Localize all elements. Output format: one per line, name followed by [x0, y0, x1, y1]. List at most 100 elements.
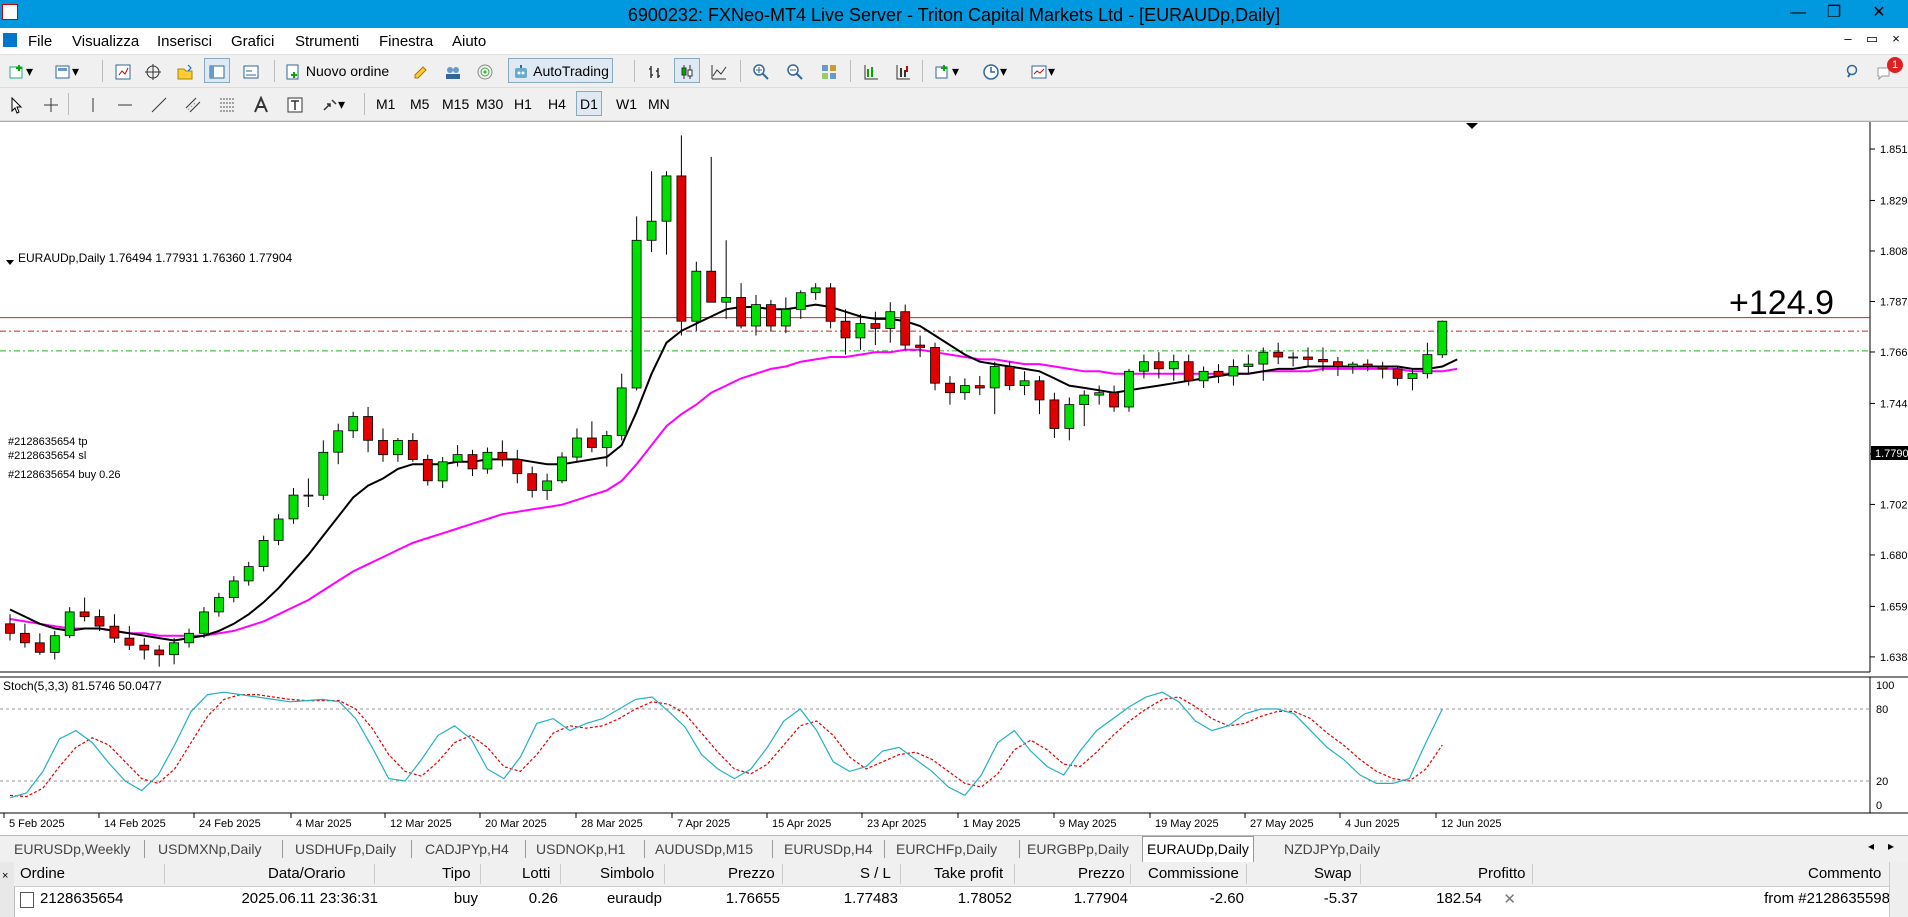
- chart-window[interactable]: EURAUDp,Daily 1.76494 1.77931 1.76360 1.…: [0, 121, 1908, 836]
- candlestick-button[interactable]: [674, 58, 700, 83]
- col-swap[interactable]: Swap: [1314, 865, 1352, 882]
- timeframe-m30[interactable]: M30: [472, 91, 507, 116]
- fibonacci-tool[interactable]: [214, 91, 240, 116]
- col-simbolo[interactable]: Simbolo: [600, 865, 654, 882]
- col-data-orario[interactable]: Data/Orario: [268, 865, 346, 882]
- zoom-out-button[interactable]: [782, 58, 808, 83]
- tab-eurgbpp-daily[interactable]: EURGBPp,Daily: [1023, 839, 1133, 860]
- tab-nzdjpyp-daily[interactable]: NZDJPYp,Daily: [1280, 839, 1384, 860]
- timeframe-mn[interactable]: MN: [644, 91, 674, 116]
- zoom-in-button[interactable]: [748, 58, 774, 83]
- trendline-tool[interactable]: [146, 91, 172, 116]
- col-take-profit[interactable]: Take profit: [934, 865, 1003, 882]
- tab-cadjpyp-h4[interactable]: CADJPYp,H4: [421, 839, 513, 860]
- new-order-button[interactable]: Nuovo ordine: [280, 58, 393, 83]
- menu-visualizza[interactable]: Visualizza: [72, 33, 139, 50]
- bar-chart-button[interactable]: [642, 58, 668, 83]
- terminal-side-handle[interactable]: ×: [0, 862, 15, 917]
- col-ordine[interactable]: Ordine: [20, 865, 65, 882]
- menu-inserisci[interactable]: Inserisci: [157, 33, 212, 50]
- mdi-close-button[interactable]: ×: [1884, 31, 1908, 46]
- arrows-tool[interactable]: ▾: [316, 91, 349, 116]
- col-prezzo[interactable]: Prezzo: [728, 865, 775, 882]
- candle-body: [751, 304, 761, 327]
- candle: [258, 535, 269, 572]
- close-order-icon[interactable]: ✕: [1503, 890, 1516, 908]
- new-chart-button[interactable]: ▾: [4, 58, 37, 83]
- tab-usdhufp-daily[interactable]: USDHUFp,Daily: [291, 839, 400, 860]
- line-chart-button[interactable]: [706, 58, 732, 83]
- col-lotti[interactable]: Lotti: [522, 865, 550, 882]
- tab-euraudp-daily[interactable]: EURAUDp,Daily: [1142, 836, 1254, 862]
- periods-button[interactable]: ▾: [978, 58, 1011, 83]
- tab-eurusdp-h4[interactable]: EURUSDp,H4: [780, 839, 877, 860]
- close-button[interactable]: ✕: [1856, 0, 1902, 28]
- timeframe-d1[interactable]: D1: [576, 91, 602, 116]
- terminal-close-icon[interactable]: ×: [2, 870, 8, 882]
- timeframe-h4[interactable]: H4: [544, 91, 570, 116]
- tile-windows-button[interactable]: [816, 58, 842, 83]
- menu-file[interactable]: File: [28, 33, 52, 50]
- search-button[interactable]: [1840, 58, 1866, 83]
- col-commento[interactable]: Commento: [1808, 865, 1881, 882]
- candle-body: [631, 239, 642, 389]
- cursor-tool[interactable]: [4, 91, 30, 116]
- candle-body: [885, 311, 896, 329]
- vertical-line-tool[interactable]: [80, 91, 106, 116]
- menu-aiuto[interactable]: Aiuto: [452, 33, 486, 50]
- crosshair-tool[interactable]: [38, 91, 64, 116]
- navigator-button[interactable]: [172, 58, 198, 83]
- text-label-tool[interactable]: [282, 91, 308, 116]
- col-tipo[interactable]: Tipo: [442, 865, 471, 882]
- timeframe-m1[interactable]: M1: [372, 91, 399, 116]
- tab-eurusdp-weekly[interactable]: EURUSDp,Weekly: [10, 839, 134, 860]
- tab-usdmxnp-daily[interactable]: USDMXNp,Daily: [154, 839, 265, 860]
- mdi-minimize-button[interactable]: –: [1836, 31, 1860, 46]
- menu-strumenti[interactable]: Strumenti: [295, 33, 359, 50]
- timeframe-m15[interactable]: M15: [438, 91, 473, 116]
- terminal-button[interactable]: [204, 58, 230, 83]
- chart-shift-button[interactable]: [858, 58, 884, 83]
- order-comment: from #2128635598: [1764, 890, 1890, 907]
- tab-eurchfp-daily[interactable]: EURCHFp,Daily: [892, 839, 1001, 860]
- minimize-button[interactable]: —: [1780, 0, 1816, 28]
- autotrading-button[interactable]: AutoTrading: [508, 58, 613, 83]
- timeframe-m5[interactable]: M5: [406, 91, 433, 116]
- child-window-icon[interactable]: [3, 33, 17, 47]
- tabs-scroll-right-icon[interactable]: ▸: [1888, 839, 1894, 853]
- data-window-button[interactable]: [140, 58, 166, 83]
- tab-audusdp-m15[interactable]: AUDUSDp,M15: [651, 839, 757, 860]
- notifications-button[interactable]: 1: [1872, 57, 1903, 83]
- col-sl[interactable]: S / L: [860, 865, 891, 882]
- col-commissione[interactable]: Commissione: [1148, 865, 1239, 882]
- menu-finestra[interactable]: Finestra: [379, 33, 433, 50]
- strategy-tester-button[interactable]: [238, 58, 264, 83]
- text-tool[interactable]: [248, 91, 274, 116]
- signals-button[interactable]: [440, 58, 466, 83]
- indicators-button[interactable]: ▾: [930, 58, 963, 83]
- equidistant-channel-tool[interactable]: [180, 91, 206, 116]
- terminal-scrollbar[interactable]: [1889, 862, 1908, 917]
- timeframe-h1[interactable]: H1: [510, 91, 536, 116]
- profiles-button[interactable]: ▾: [50, 58, 83, 83]
- maximize-button[interactable]: ❐: [1816, 0, 1852, 28]
- metaeditor-button[interactable]: [408, 58, 434, 83]
- col-prezzo-corrente[interactable]: Prezzo: [1078, 865, 1125, 882]
- mdi-restore-button[interactable]: ▭: [1860, 31, 1884, 47]
- order-row[interactable]: 2128635654 2025.06.11 23:36:31 buy 0.26 …: [14, 887, 1890, 911]
- autoscroll-button[interactable]: [890, 58, 916, 83]
- order-id: 2128635654: [40, 890, 124, 907]
- market-watch-button[interactable]: [110, 58, 136, 83]
- market-button[interactable]: [472, 58, 498, 83]
- price-chart[interactable]: EURAUDp,Daily 1.76494 1.77931 1.76360 1.…: [0, 122, 1908, 836]
- vertical-line-icon: [92, 98, 94, 113]
- horizontal-line-tool[interactable]: [112, 91, 138, 116]
- menu-grafici[interactable]: Grafici: [231, 33, 274, 50]
- tab-usdnokp-h1[interactable]: USDNOKp,H1: [532, 839, 629, 860]
- col-separator: [1014, 864, 1015, 884]
- col-profitto[interactable]: Profitto: [1478, 865, 1526, 882]
- tabs-scroll-left-icon[interactable]: ◂: [1868, 839, 1874, 853]
- date-tick-label: 20 Mar 2025: [485, 818, 547, 830]
- templates-button[interactable]: ▾: [1026, 58, 1059, 83]
- timeframe-w1[interactable]: W1: [612, 91, 641, 116]
